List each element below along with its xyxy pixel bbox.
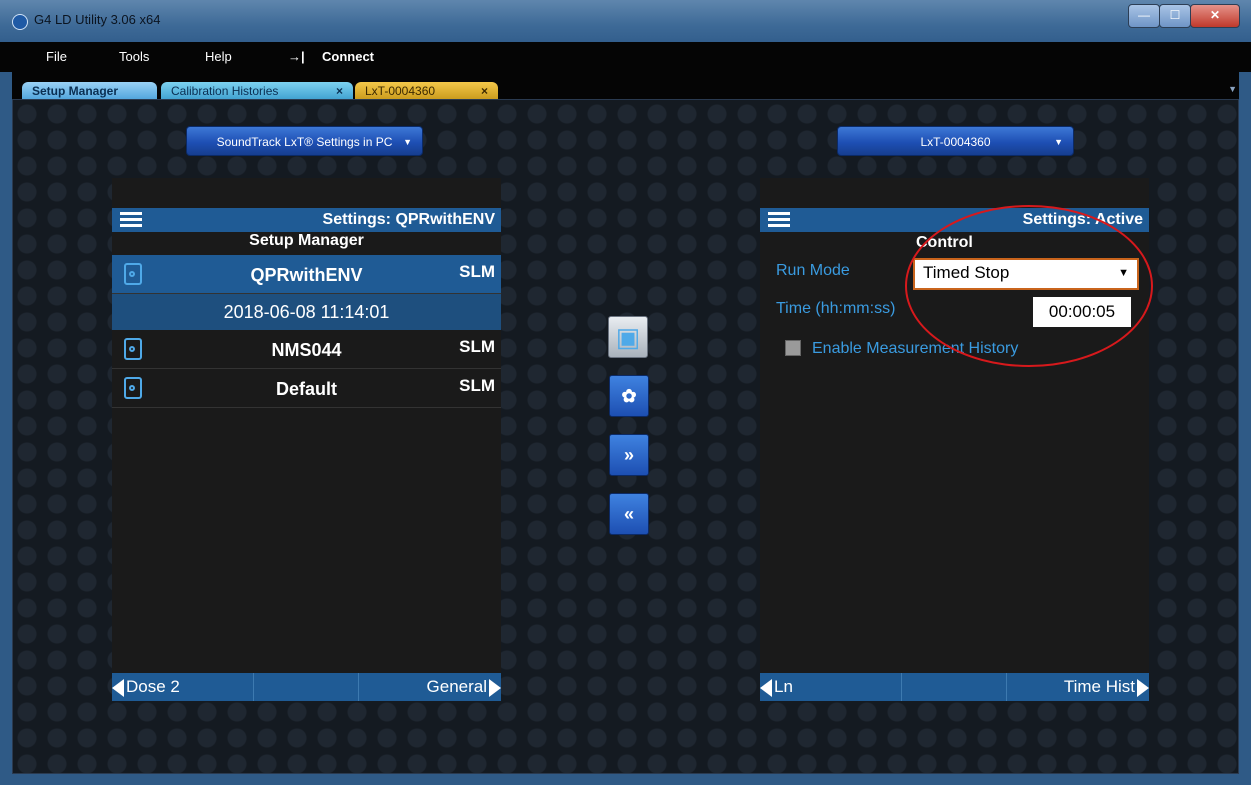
rewind-icon: « <box>623 504 634 524</box>
next-page-label: General <box>426 677 487 696</box>
chevron-down-icon: ▼ <box>1054 137 1063 147</box>
tab-close-icon[interactable]: × <box>481 82 488 100</box>
left-settings-panel: Settings: QPRwithENV Setup Manager QPRwi… <box>112 178 501 701</box>
tab-close-icon[interactable]: × <box>336 82 343 100</box>
arrow-left-icon <box>760 678 772 697</box>
tab-lxt-device[interactable]: LxT-0004360 × <box>355 82 498 100</box>
window-border-right <box>1239 72 1251 785</box>
item-date: 2018-06-08 11:14:01 <box>223 302 390 322</box>
window-title: G4 LD Utility 3.06 x64 <box>34 12 161 27</box>
tab-label: LxT-0004360 <box>365 84 436 98</box>
send-to-device-button[interactable]: » <box>609 434 649 476</box>
arrow-right-icon <box>1137 678 1149 697</box>
dropdown-label: SoundTrack LxT® Settings in PC <box>216 135 393 149</box>
chevron-down-icon: ▼ <box>1118 267 1129 279</box>
list-item[interactable]: Default SLM <box>112 369 501 408</box>
gear-icon: ✿ <box>621 386 637 406</box>
menu-connect[interactable]: Connect <box>322 49 374 64</box>
tab-calibration-histories[interactable]: Calibration Histories × <box>161 82 353 100</box>
right-settings-panel: Settings: Active Control Run Mode Timed … <box>760 178 1149 701</box>
run-mode-value: Timed Stop <box>923 263 1010 282</box>
prev-page-button[interactable]: Ln <box>760 673 902 701</box>
tab-label: Calibration Histories <box>171 84 279 98</box>
menu-file[interactable]: File <box>46 49 67 64</box>
item-name: QPRwithENV <box>250 265 363 285</box>
tab-label: Setup Manager <box>32 84 119 98</box>
item-name: Default <box>275 379 337 399</box>
hamburger-menu-icon[interactable] <box>768 212 790 228</box>
run-mode-label: Run Mode <box>776 262 850 279</box>
panel-title: Settings: QPRwithENV <box>322 211 495 228</box>
fast-forward-icon: » <box>623 445 634 465</box>
device-dropdown[interactable]: LxT-0004360 ▼ <box>837 126 1074 156</box>
panel-subtitle: Setup Manager <box>249 232 364 249</box>
history-label: Enable Measurement History <box>812 340 1019 357</box>
prev-page-label: Ln <box>774 677 793 696</box>
list-item-date: 2018-06-08 11:14:01 <box>112 294 501 330</box>
next-page-button[interactable]: Time Hist <box>1007 673 1149 701</box>
item-type: SLM <box>459 337 495 356</box>
arrow-right-icon <box>489 678 501 697</box>
item-type: SLM <box>459 262 495 281</box>
menu-tools[interactable]: Tools <box>119 49 149 64</box>
time-label: Time (hh:mm:ss) <box>776 300 896 317</box>
tab-setup-manager[interactable]: Setup Manager <box>22 82 157 100</box>
panel-title: Settings: Active <box>1022 211 1143 228</box>
connect-icon[interactable]: →| <box>288 49 305 64</box>
title-bar: G4 LD Utility 3.06 x64 — ☐ ✕ <box>0 0 1251 42</box>
menu-bar: File Tools Help →| Connect <box>0 42 1251 72</box>
hamburger-menu-icon[interactable] <box>120 212 142 228</box>
footer-spacer <box>254 673 359 701</box>
next-page-button[interactable]: General <box>359 673 501 701</box>
window-border-bottom <box>0 774 1251 785</box>
menu-help[interactable]: Help <box>205 49 232 64</box>
panel-header: Settings: Active <box>760 208 1149 232</box>
maximize-button[interactable]: ☐ <box>1159 4 1191 28</box>
prev-page-button[interactable]: Dose 2 <box>112 673 254 701</box>
minimize-button[interactable]: — <box>1128 4 1160 28</box>
next-page-label: Time Hist <box>1063 677 1135 696</box>
chevron-down-icon: ▼ <box>403 137 412 147</box>
lock-settings-button[interactable]: ▣ <box>608 316 648 358</box>
footer-spacer <box>902 673 1007 701</box>
arrow-left-icon <box>112 678 124 697</box>
window-border-left <box>0 72 12 785</box>
history-checkbox[interactable] <box>785 340 801 356</box>
settings-gear-button[interactable]: ✿ <box>609 375 649 417</box>
get-from-device-button[interactable]: « <box>609 493 649 535</box>
section-title: Control <box>916 234 973 251</box>
item-type: SLM <box>459 376 495 395</box>
panel-footer: Ln Time Hist <box>760 673 1149 701</box>
tab-strip: Setup Manager Calibration Histories × LxT… <box>0 72 1251 100</box>
run-mode-select[interactable]: Timed Stop ▼ <box>913 258 1139 290</box>
panel-footer: Dose 2 General <box>112 673 501 701</box>
tab-overflow-icon[interactable]: ▼ <box>1228 84 1237 94</box>
settings-file-lock-icon: ▣ <box>615 322 641 352</box>
pc-settings-dropdown[interactable]: SoundTrack LxT® Settings in PC ▼ <box>186 126 423 156</box>
panel-header: Settings: QPRwithENV <box>112 208 501 232</box>
list-item[interactable]: NMS044 SLM <box>112 330 501 369</box>
time-input[interactable]: 00:00:05 <box>1033 297 1131 327</box>
item-name: NMS044 <box>271 340 342 360</box>
list-item[interactable]: QPRwithENV SLM <box>112 255 501 294</box>
dropdown-label: LxT-0004360 <box>920 135 991 149</box>
prev-page-label: Dose 2 <box>126 677 180 696</box>
close-button[interactable]: ✕ <box>1190 4 1240 28</box>
app-icon <box>12 14 28 30</box>
